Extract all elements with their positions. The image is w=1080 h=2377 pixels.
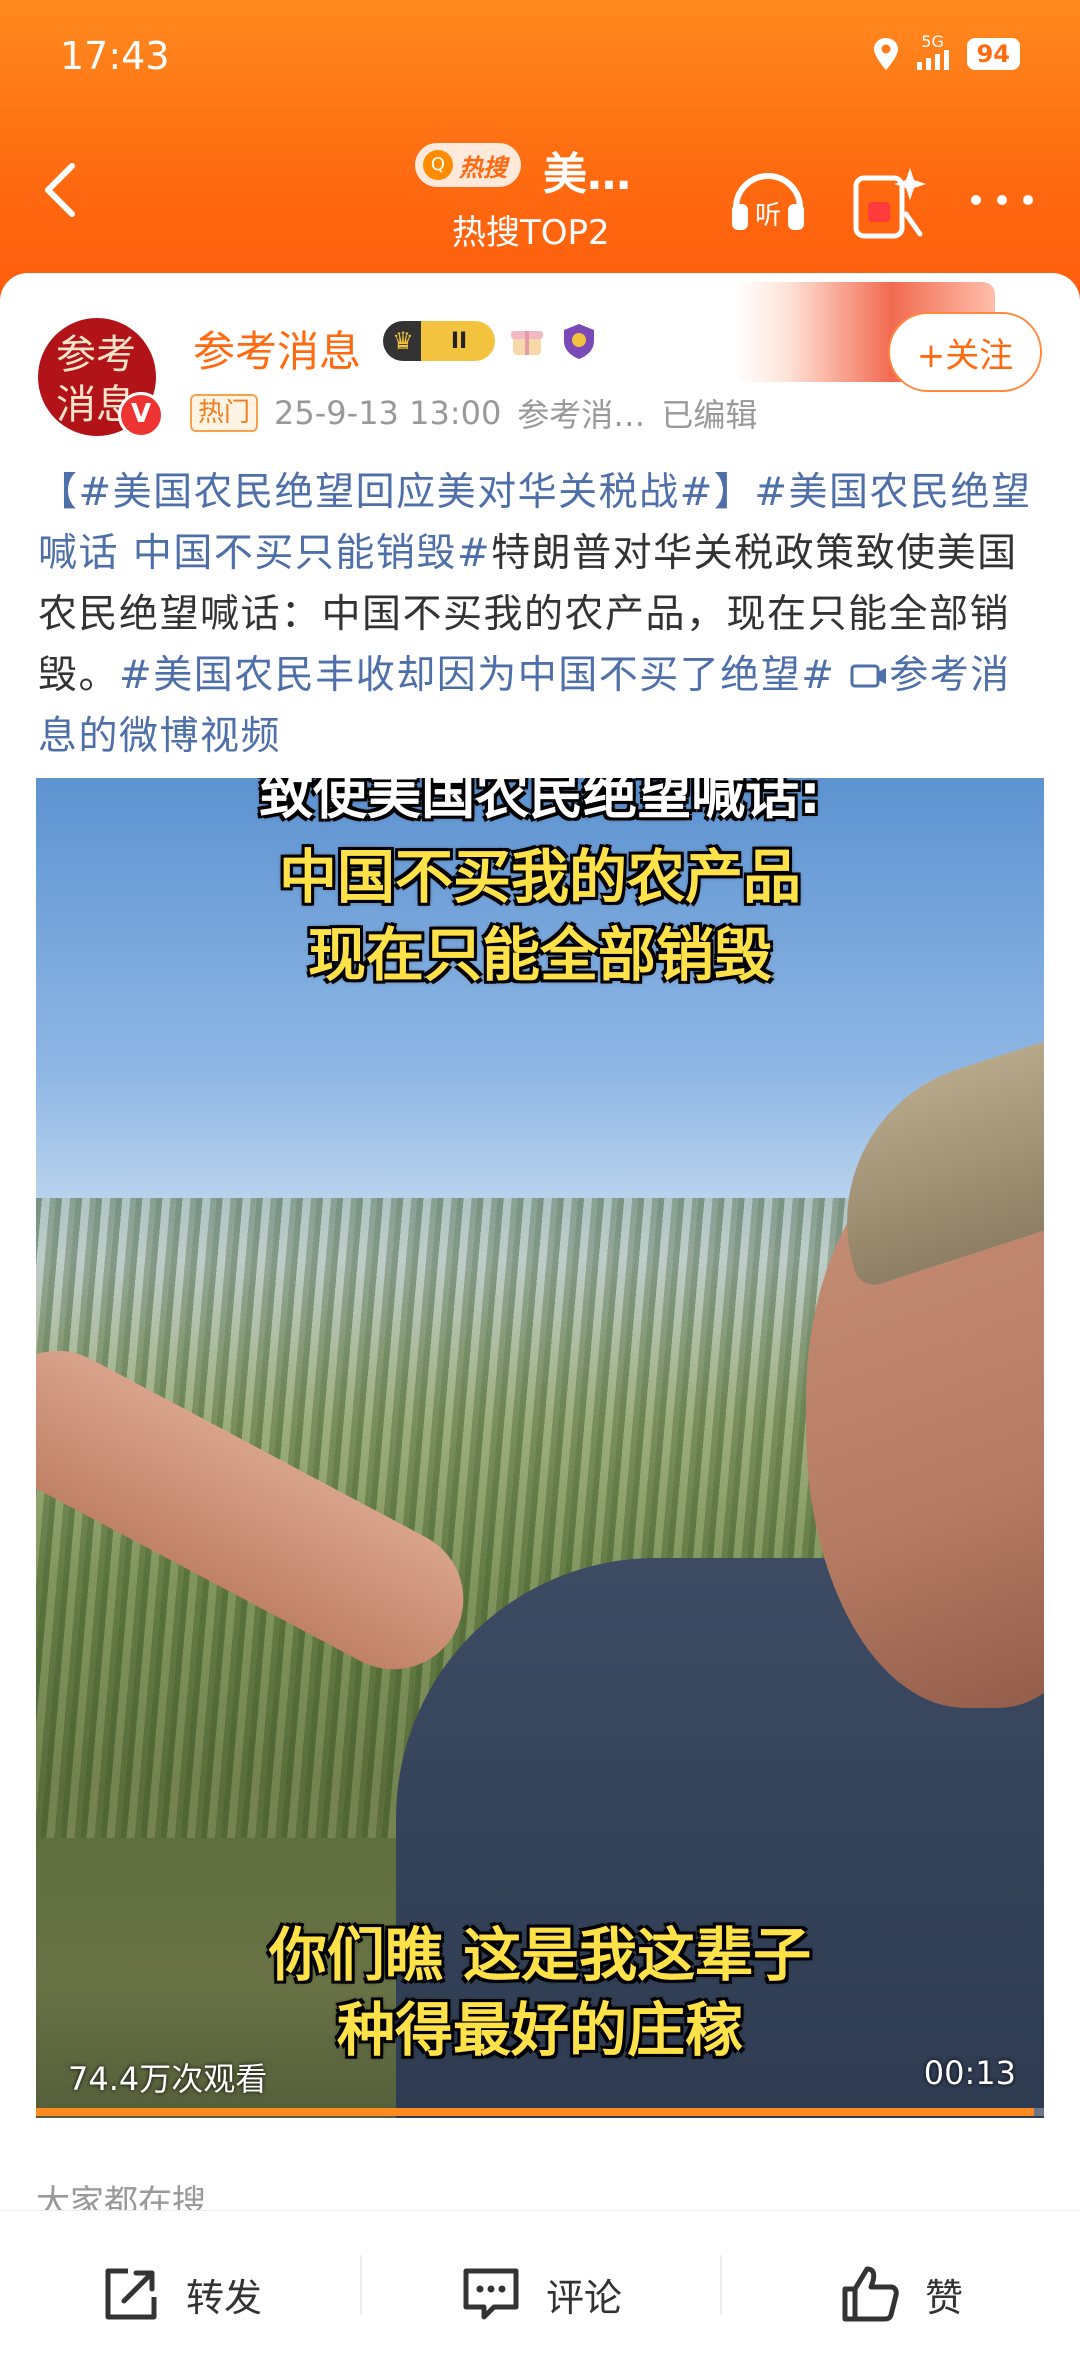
status-icons: 5G 94 (873, 34, 1020, 73)
like-button[interactable]: 赞 (720, 2255, 1080, 2327)
headphone-listen-icon[interactable]: 听 (726, 158, 810, 242)
comment-icon (463, 2268, 519, 2320)
video-progress-bar[interactable] (36, 2108, 1044, 2116)
share-icon (105, 2268, 157, 2320)
video-player[interactable]: 致使美国农民绝望喊话: 中国不买我的农产品 现在只能全部销毁 你们瞧 这是我这辈… (36, 778, 1044, 2118)
bottom-action-bar: 转发 评论 赞 (0, 2210, 1080, 2377)
view-count: 74.4万次观看 (68, 2060, 268, 2098)
video-duration: 00:13 (923, 2054, 1016, 2092)
level-badge: ♛ II (383, 321, 495, 361)
video-progress-fill (36, 2108, 1034, 2116)
status-time: 17:43 (60, 34, 170, 78)
post-timestamp: 25-9-13 13:00 (274, 394, 502, 432)
more-options-icon[interactable] (960, 158, 1044, 242)
video-caption: 中国不买我的农产品 (278, 843, 801, 911)
video-icon (850, 664, 887, 688)
hot-tag: 热门 (190, 394, 259, 432)
comment-button[interactable]: 评论 (360, 2255, 720, 2327)
username[interactable]: 参考消息 (193, 318, 361, 379)
crown-icon: ♛ (392, 327, 414, 355)
network-indicator: 5G (913, 34, 953, 73)
shield-badge-icon (564, 324, 594, 359)
like-label: 赞 (924, 2275, 963, 2320)
video-caption: 致使美国农民绝望喊话: (259, 778, 821, 826)
red-envelope-sparkle-icon[interactable] (848, 158, 932, 242)
header-subtitle: 热搜TOP2 (452, 213, 610, 253)
back-arrow-icon[interactable] (38, 160, 82, 220)
search-icon: Q (423, 150, 453, 180)
video-caption: 你们瞧 这是我这辈子 (268, 1921, 812, 1989)
hot-search-badge: Q 热搜 (415, 143, 521, 187)
header-title[interactable]: 美… (543, 138, 631, 202)
post-source: 参考消… (517, 396, 646, 434)
comment-label: 评论 (545, 2275, 622, 2320)
signal-icon (916, 50, 949, 70)
battery-indicator: 94 (966, 37, 1020, 70)
follow-button[interactable]: +关注 (888, 312, 1042, 392)
repost-label: 转发 (185, 2275, 262, 2320)
svg-text:听: 听 (755, 201, 781, 231)
location-icon (873, 37, 898, 70)
hashtag-link[interactable]: 【#美国农民绝望回应美对华关税战#】 (38, 470, 754, 515)
post-body: 【#美国农民绝望回应美对华关税战#】#美国农民绝望喊话 中国不买只能销毁#特朗普… (38, 462, 1048, 767)
repost-button[interactable]: 转发 (0, 2261, 360, 2327)
verified-badge-icon: V (118, 392, 164, 438)
thumbs-up-icon (842, 2266, 899, 2322)
top-header: 17:43 5G 94 Q 热搜 美… 热搜TOP2 听 (0, 0, 1080, 300)
edited-label: 已编辑 (661, 396, 758, 434)
user-badges: ♛ II (383, 321, 599, 361)
hashtag-link[interactable]: #美国农民丰收却因为中国不买了绝望# (119, 653, 835, 698)
gift-box-icon (511, 331, 543, 355)
video-caption: 现在只能全部销毁 (307, 921, 772, 989)
post-meta: 热门 25-9-13 13:00 参考消… 已编辑 (190, 390, 757, 436)
